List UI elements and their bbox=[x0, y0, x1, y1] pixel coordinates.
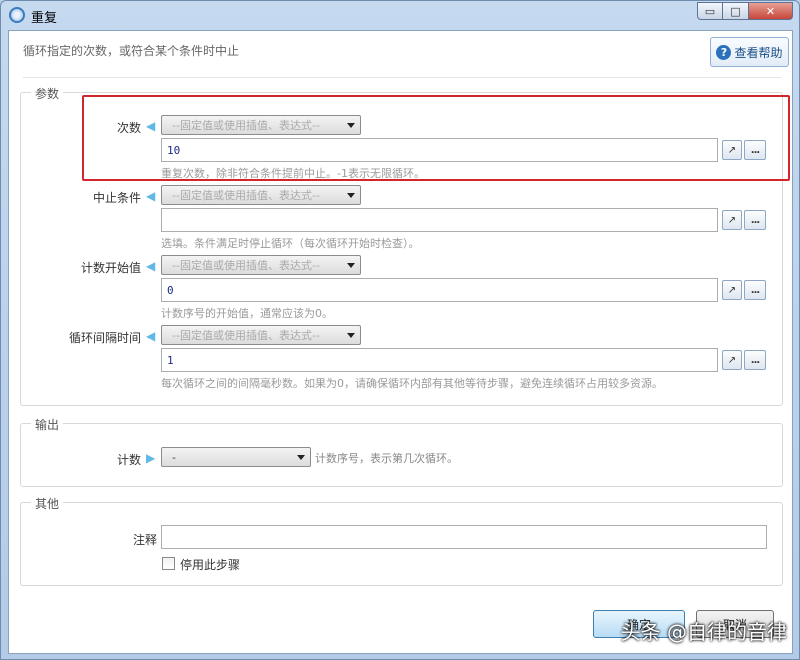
dialog-description: 循环指定的次数，或符合某个条件时中止 bbox=[23, 44, 240, 58]
minimize-button[interactable]: ▭ bbox=[697, 2, 723, 20]
watermark: 头条 @自律的音律 bbox=[620, 620, 787, 644]
chevron-down-icon bbox=[347, 263, 355, 268]
more-icon: ... bbox=[750, 284, 760, 296]
other-group-title: 其他 bbox=[31, 495, 64, 512]
stop-condition-more-button[interactable]: ... bbox=[744, 210, 766, 230]
stop-condition-input[interactable] bbox=[161, 208, 718, 232]
title-bar[interactable]: 重复 ▭ □ ✕ bbox=[1, 1, 799, 29]
expand-icon: ↗ bbox=[727, 214, 737, 226]
arrow-left-icon: ◀ bbox=[146, 189, 156, 203]
maximize-icon: □ bbox=[730, 4, 741, 18]
chevron-down-icon bbox=[347, 333, 355, 338]
interval-label: 循环间隔时间 bbox=[68, 331, 141, 345]
interval-input[interactable]: 1 bbox=[161, 348, 718, 372]
help-button[interactable]: ? 查看帮助 bbox=[710, 37, 789, 67]
note-label: 注释 bbox=[132, 533, 157, 547]
counter-output-select[interactable]: - bbox=[161, 447, 311, 467]
stop-condition-label: 中止条件 bbox=[92, 191, 141, 205]
more-icon: ... bbox=[750, 214, 760, 226]
stop-condition-mode-select-value: --固定值或使用插值、表达式-- bbox=[172, 189, 320, 202]
start-value-hint: 计数序号的开始值，通常应该为0。 bbox=[161, 307, 333, 320]
highlight-box bbox=[82, 95, 790, 181]
disable-step-checkbox[interactable] bbox=[162, 557, 175, 570]
note-input[interactable] bbox=[161, 525, 767, 549]
more-icon: ... bbox=[750, 354, 760, 366]
params-group-title: 参数 bbox=[31, 85, 64, 102]
interval-input-value: 1 bbox=[167, 353, 174, 367]
arrow-left-icon: ◀ bbox=[146, 329, 156, 343]
minimize-icon: ▭ bbox=[704, 4, 716, 18]
chevron-down-icon bbox=[297, 455, 305, 460]
dialog-window: 重复 ▭ □ ✕ 循环指定的次数，或符合某个条件时中止 ? 查看帮助 参数 次数… bbox=[0, 0, 800, 660]
stop-condition-mode-select[interactable]: --固定值或使用插值、表达式-- bbox=[161, 185, 361, 205]
output-group-title: 输出 bbox=[31, 416, 64, 433]
start-value-label: 计数开始值 bbox=[80, 261, 141, 275]
start-value-more-button[interactable]: ... bbox=[744, 280, 766, 300]
arrow-left-icon: ◀ bbox=[146, 259, 156, 273]
start-value-expand-button[interactable]: ↗ bbox=[722, 280, 742, 300]
chevron-down-icon bbox=[347, 193, 355, 198]
window-controls: ▭ □ ✕ bbox=[697, 2, 793, 20]
counter-output-label: 计数 bbox=[116, 453, 141, 467]
stop-condition-expand-button[interactable]: ↗ bbox=[722, 210, 742, 230]
interval-expand-button[interactable]: ↗ bbox=[722, 350, 742, 370]
expand-icon: ↗ bbox=[727, 284, 737, 296]
dialog-body: 循环指定的次数，或符合某个条件时中止 ? 查看帮助 参数 次数 ◀ --固定值或… bbox=[8, 30, 793, 654]
help-button-label: 查看帮助 bbox=[734, 45, 783, 60]
close-button[interactable]: ✕ bbox=[749, 2, 793, 20]
header-divider bbox=[23, 77, 781, 78]
stop-condition-hint: 选填。条件满足时停止循环（每次循环开始时检查）。 bbox=[161, 237, 420, 250]
start-value-input-value: 0 bbox=[167, 283, 174, 297]
help-icon: ? bbox=[716, 44, 732, 60]
start-value-input[interactable]: 0 bbox=[161, 278, 718, 302]
disable-step-label: 停用此步骤 bbox=[180, 558, 241, 572]
interval-mode-select-value: --固定值或使用插值、表达式-- bbox=[172, 329, 320, 342]
window-title: 重复 bbox=[31, 11, 58, 26]
interval-hint: 每次循环之间的间隔毫秒数。如果为0，请确保循环内部有其他等待步骤，避免连续循环占… bbox=[161, 377, 663, 390]
arrow-right-icon: ▶ bbox=[146, 451, 156, 465]
start-value-mode-select[interactable]: --固定值或使用插值、表达式-- bbox=[161, 255, 361, 275]
counter-output-select-value: - bbox=[172, 450, 176, 464]
close-icon: ✕ bbox=[765, 4, 776, 18]
start-value-mode-select-value: --固定值或使用插值、表达式-- bbox=[172, 259, 320, 272]
maximize-button[interactable]: □ bbox=[723, 2, 749, 20]
interval-more-button[interactable]: ... bbox=[744, 350, 766, 370]
counter-output-hint: 计数序号，表示第几次循环。 bbox=[315, 452, 458, 465]
app-icon bbox=[9, 7, 25, 23]
interval-mode-select[interactable]: --固定值或使用插值、表达式-- bbox=[161, 325, 361, 345]
expand-icon: ↗ bbox=[727, 354, 737, 366]
